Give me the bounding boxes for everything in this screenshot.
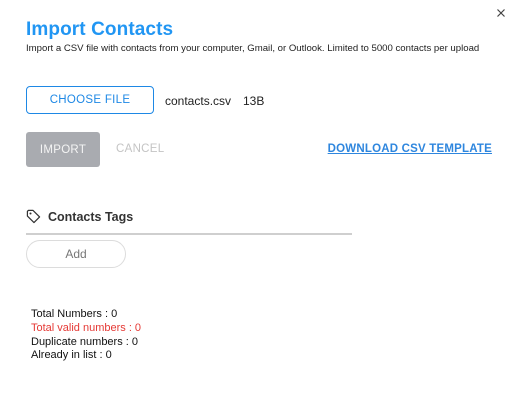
already-in-list: Already in list : 0: [31, 349, 112, 362]
selected-file-size: 13B: [243, 94, 265, 108]
total-valid-numbers: Total valid numbers : 0: [31, 321, 142, 334]
add-tag-button[interactable]: Add: [26, 240, 126, 268]
import-stats: Total Numbers : 0 Total valid numbers : …: [31, 308, 141, 363]
choose-file-button[interactable]: CHOOSE FILE: [26, 86, 154, 114]
tag-icon: [26, 209, 41, 224]
contacts-tags-header: Contacts Tags: [26, 209, 133, 224]
tags-divider: [26, 233, 352, 235]
total-numbers: Total Numbers : 0: [31, 308, 118, 320]
dialog-subtitle: Import a CSV file with contacts from you…: [26, 43, 480, 54]
dialog-title: Import Contacts: [26, 19, 174, 40]
import-contacts-dialog: Import Contacts Import a CSV file with c…: [0, 0, 516, 411]
close-button[interactable]: [494, 6, 508, 20]
close-icon: [497, 9, 505, 17]
contacts-tags-label: Contacts Tags: [48, 209, 134, 224]
import-button[interactable]: IMPORT: [26, 132, 100, 167]
cancel-button[interactable]: CANCEL: [116, 143, 164, 155]
selected-file-name: contacts.csv: [165, 94, 232, 108]
download-csv-template-link[interactable]: DOWNLOAD CSV TEMPLATE: [328, 143, 492, 155]
duplicate-numbers: Duplicate numbers : 0: [31, 335, 138, 348]
